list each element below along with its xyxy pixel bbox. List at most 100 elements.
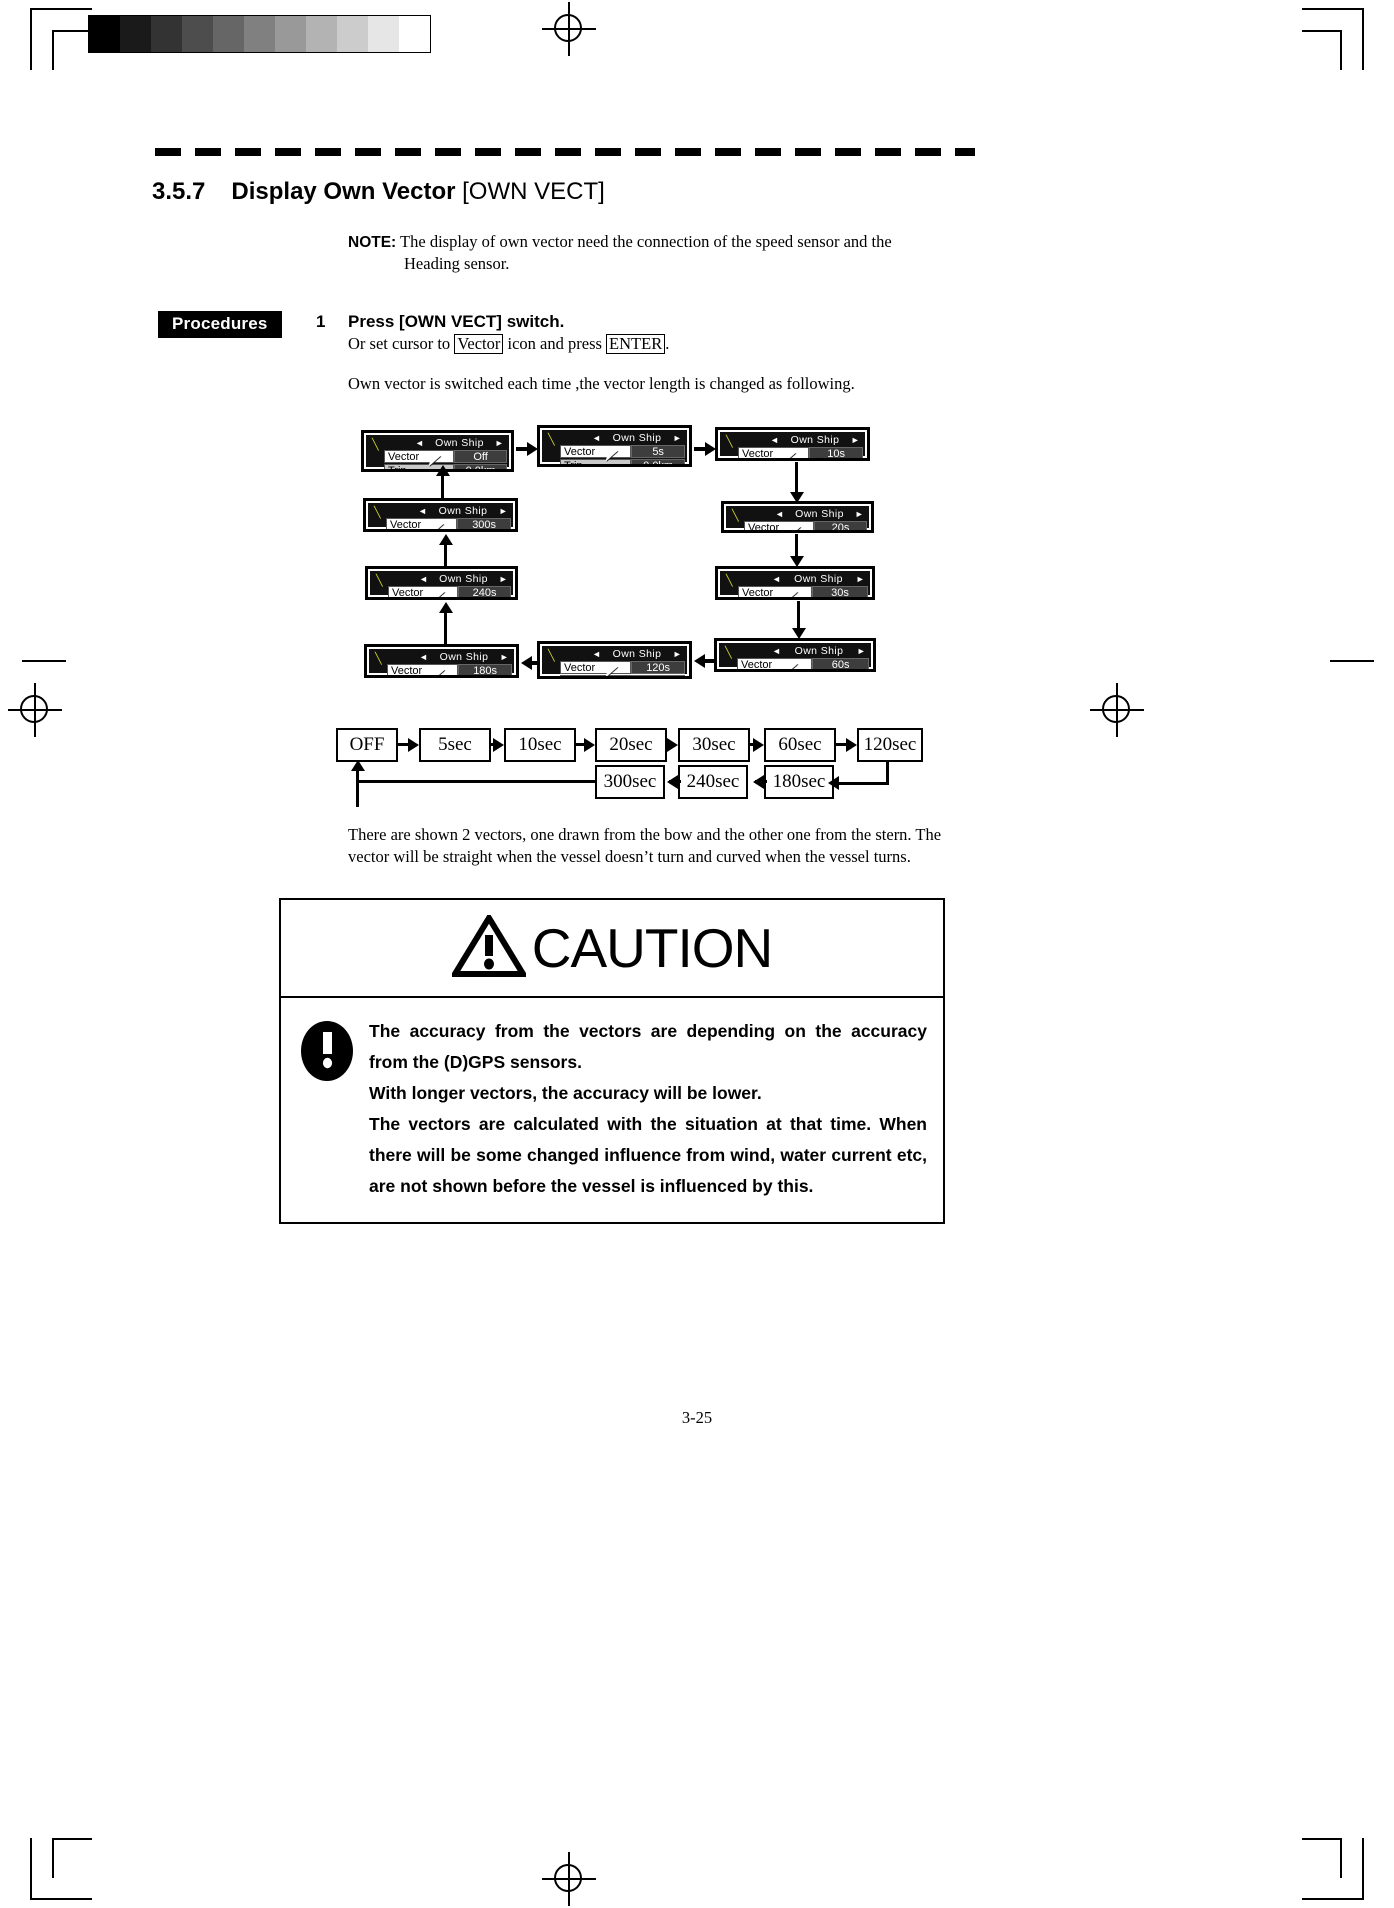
lcd-screen-240s: ╲◄Own Ship►Vector240sTrip0.0km xyxy=(365,566,518,600)
left-arrow-icon[interactable]: ◄ xyxy=(416,573,431,586)
step-sub-mid: icon and press xyxy=(503,334,607,353)
lcd-screen-180s: ╲◄Own Ship►Vector180sTrip0.0km xyxy=(364,644,519,678)
lcd-screen-300s: ╲◄Own Ship►Vector300sTrip0.0km xyxy=(363,498,518,532)
sequence-step-off: OFF xyxy=(336,728,398,762)
cursor-pointer-icon[interactable] xyxy=(431,522,444,529)
lcd-inner: ╲◄Own Ship►Vector240sTrip0.0km xyxy=(370,571,513,597)
right-arrow-icon[interactable]: ► xyxy=(496,505,511,518)
left-arrow-icon[interactable]: ◄ xyxy=(772,508,787,521)
left-arrow-icon[interactable]: ◄ xyxy=(415,505,430,518)
step-subtitle: Or set cursor to Vector icon and press E… xyxy=(348,334,669,354)
lcd-screen-10s: ╲◄Own Ship►Vector10sTrip0.0km xyxy=(715,427,870,461)
lcd-title-bar: ◄ Own Ship ► xyxy=(589,648,685,661)
lcd-row[interactable]: Vector 30s xyxy=(738,586,868,597)
right-arrow-icon[interactable]: ► xyxy=(670,648,685,661)
cursor-pointer-icon[interactable] xyxy=(432,590,445,597)
greyscale-swatch xyxy=(368,16,399,52)
lcd-vector-value: 30s xyxy=(812,586,868,597)
ship-marker-icon: ╲ xyxy=(372,439,379,451)
right-arrow-icon[interactable]: ► xyxy=(853,573,868,586)
sequence-step-10sec: 10sec xyxy=(504,728,576,762)
lcd-screen-5s: ╲ ◄ Own Ship ► Vector 5s Trip 0.0km xyxy=(537,425,692,467)
lcd-trip-label: Trip xyxy=(560,675,632,676)
left-arrow-icon[interactable]: ◄ xyxy=(589,432,604,445)
caution-box: CAUTION The accuracy from the vectors ar… xyxy=(279,898,945,1224)
note-block: NOTE: The display of own vector need the… xyxy=(348,231,948,274)
paragraph-line-2: vector will be straight when the vessel … xyxy=(348,847,911,866)
crop-mark-bottom-left xyxy=(30,1838,92,1900)
lcd-title-label: Own Ship xyxy=(790,434,840,446)
right-arrow-icon[interactable]: ► xyxy=(492,437,507,450)
left-arrow-icon[interactable]: ◄ xyxy=(769,573,784,586)
lcd-inner: ╲◄Own Ship►Vector300sTrip0.0km xyxy=(368,503,513,529)
cursor-pointer-icon[interactable] xyxy=(783,451,796,458)
cursor-pointer-icon[interactable] xyxy=(785,662,798,669)
left-arrow-icon[interactable]: ◄ xyxy=(769,645,784,658)
lcd-trip-label: Trip xyxy=(560,459,632,464)
cursor-pointer-icon[interactable] xyxy=(785,590,798,597)
lcd-title-label: Own Ship xyxy=(612,648,662,660)
lcd-row[interactable]: Trip0.0km xyxy=(560,675,685,676)
lcd-row[interactable]: Vector 120s xyxy=(560,661,685,674)
crop-mark-top-right xyxy=(1302,8,1364,70)
step-body-text: Own vector is switched each time ,the ve… xyxy=(348,374,855,393)
lcd-row[interactable]: Vector 5s xyxy=(560,445,685,458)
lcd-row[interactable]: Trip0.0km xyxy=(560,459,685,464)
left-arrow-icon[interactable]: ◄ xyxy=(412,437,427,450)
caution-text: The accuracy from the vectors are depend… xyxy=(369,1016,927,1202)
section-title: Display Own Vector xyxy=(231,178,456,205)
right-arrow-icon[interactable]: ► xyxy=(854,645,869,658)
step-title: Press [OWN VECT] switch. xyxy=(348,312,565,331)
lcd-screen-120s: ╲◄Own Ship►Vector120sTrip0.0km xyxy=(537,641,692,679)
lcd-trip-value: 0.0km xyxy=(631,459,685,464)
left-arrow-icon[interactable]: ◄ xyxy=(767,434,782,447)
lcd-vector-label: Vector xyxy=(737,658,813,669)
lcd-vector-label: Vector xyxy=(744,521,815,530)
right-arrow-icon[interactable]: ► xyxy=(497,651,512,664)
procedures-tag: Procedures xyxy=(158,311,282,338)
arrow-head xyxy=(753,775,764,789)
lcd-row[interactable]: Vector 20s xyxy=(744,521,867,530)
lcd-vector-value: 300s xyxy=(457,518,511,529)
note-label: NOTE: xyxy=(348,234,397,251)
lcd-row[interactable]: Vector 60s xyxy=(737,658,869,669)
lcd-row[interactable]: Vector 180s xyxy=(387,664,512,675)
lcd-row[interactable]: Vector 300s xyxy=(386,518,511,529)
lcd-row[interactable]: Vector 240s xyxy=(388,586,511,597)
sequence-step-30sec: 30sec xyxy=(678,728,750,762)
lcd-vector-label: Vector xyxy=(386,518,458,529)
greyscale-calibration-strip xyxy=(88,15,431,53)
crop-tick-right xyxy=(1330,660,1374,662)
lcd-vector-label: Vector xyxy=(384,450,455,463)
lcd-trip-value: 0.0km xyxy=(454,464,507,469)
sequence-step-5sec: 5sec xyxy=(419,728,491,762)
lcd-inner: ╲◄Own Ship►Vector60sTrip0.0km xyxy=(719,643,871,669)
lcd-title-bar: ◄ Own Ship ► xyxy=(415,505,511,518)
connector-line xyxy=(356,765,359,807)
right-arrow-icon[interactable]: ► xyxy=(496,573,511,586)
lcd-title-bar: ◄ Own Ship ► xyxy=(416,573,511,586)
connector-line xyxy=(356,780,597,783)
right-arrow-icon[interactable]: ► xyxy=(670,432,685,445)
cursor-pointer-icon[interactable] xyxy=(432,668,445,675)
lcd-vector-value: 10s xyxy=(809,447,863,458)
left-arrow-icon[interactable]: ◄ xyxy=(416,651,431,664)
lcd-title-bar: ◄ Own Ship ► xyxy=(416,651,512,664)
left-arrow-icon[interactable]: ◄ xyxy=(589,648,604,661)
greyscale-swatch xyxy=(182,16,213,52)
caution-word: CAUTION xyxy=(531,916,773,979)
arrow-head xyxy=(828,776,839,790)
lcd-vector-label: Vector xyxy=(560,661,632,674)
lcd-row[interactable]: Vector Off xyxy=(384,450,507,463)
right-arrow-icon[interactable]: ► xyxy=(848,434,863,447)
lcd-row[interactable]: Vector 10s xyxy=(738,447,863,458)
cursor-pointer-icon[interactable] xyxy=(788,525,801,530)
cursor-pointer-icon[interactable] xyxy=(605,665,618,676)
arrow-head xyxy=(667,775,678,789)
greyscale-swatch xyxy=(151,16,182,52)
right-arrow-icon[interactable]: ► xyxy=(852,508,867,521)
sequence-step-120sec: 120sec xyxy=(857,728,923,762)
registration-mark-bottom xyxy=(542,1852,596,1906)
lcd-trip-value: 0.0km xyxy=(631,675,685,676)
lcd-title-bar: ◄ Own Ship ► xyxy=(769,645,869,658)
